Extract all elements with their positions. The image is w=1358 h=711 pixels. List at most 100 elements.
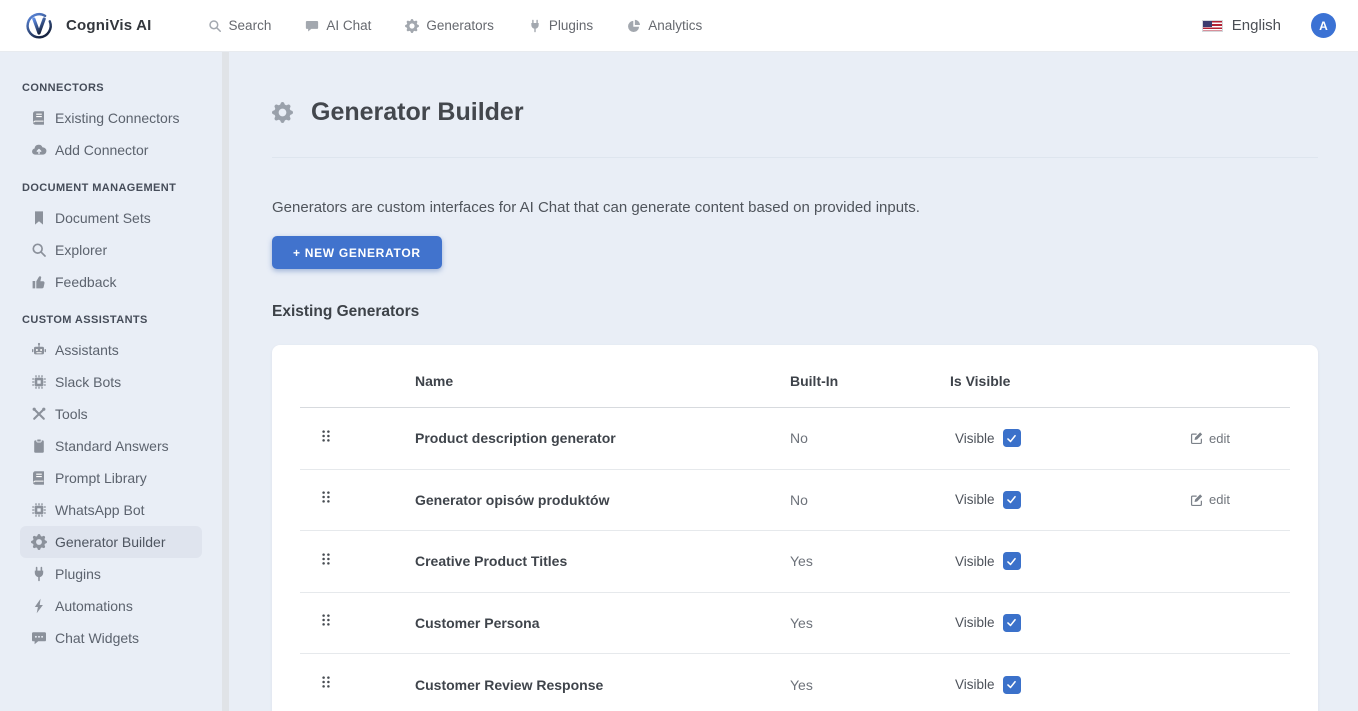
sidebar-item-label: Prompt Library [55, 470, 147, 486]
visible-checkbox[interactable] [1003, 552, 1021, 570]
topnav-item-label: Search [229, 18, 272, 33]
sidebar-scrollbar[interactable] [222, 52, 229, 711]
drag-handle-icon[interactable] [318, 674, 334, 690]
sidebar-item-standard-answers[interactable]: Standard Answers [20, 430, 202, 462]
existing-generators-heading: Existing Generators [272, 303, 1318, 321]
sidebar-item-feedback[interactable]: Feedback [20, 266, 202, 298]
visible-label: Visible [955, 677, 995, 692]
sidebar-item-plugins[interactable]: Plugins [20, 558, 202, 590]
topnav-item-plugins[interactable]: Plugins [526, 12, 595, 39]
visible-checkbox[interactable] [1003, 676, 1021, 694]
plug-icon [528, 19, 542, 33]
chat-dots-icon [31, 630, 47, 646]
topnav-item-label: Plugins [549, 18, 593, 33]
column-header-built-in: Built-In [790, 373, 950, 389]
topnav-item-ai-chat[interactable]: AI Chat [303, 12, 373, 39]
built-in-value: No [790, 430, 950, 446]
robot-icon [31, 342, 47, 358]
main-content: Generator Builder Generators are custom … [229, 52, 1358, 711]
generator-name: Product description generator [415, 430, 790, 446]
drag-handle-icon[interactable] [318, 489, 334, 505]
sidebar-item-prompt-library[interactable]: Prompt Library [20, 462, 202, 494]
book-icon [31, 470, 47, 486]
topnav-item-search[interactable]: Search [206, 12, 274, 39]
visible-checkbox[interactable] [1003, 614, 1021, 632]
table-row: Customer Review Response Yes Visible [300, 654, 1290, 711]
topnav-item-generators[interactable]: Generators [403, 12, 496, 39]
sidebar-section: DOCUMENT MANAGEMENT Document Sets Explor… [20, 182, 202, 298]
sidebar-section: CONNECTORS Existing Connectors Add Conne… [20, 82, 202, 166]
sidebar-item-chat-widgets[interactable]: Chat Widgets [20, 622, 202, 654]
gear-icon [31, 534, 47, 550]
sidebar-item-generator-builder[interactable]: Generator Builder [20, 526, 202, 558]
sidebar-item-tools[interactable]: Tools [20, 398, 202, 430]
topnav-item-analytics[interactable]: Analytics [625, 12, 704, 39]
clipboard-icon [31, 438, 47, 454]
visible-checkbox[interactable] [1003, 491, 1021, 509]
page-title: Generator Builder [311, 98, 524, 127]
sidebar-item-label: Add Connector [55, 142, 148, 158]
visible-label: Visible [955, 492, 995, 507]
language-selector[interactable]: English [1202, 17, 1281, 34]
sidebar-section: CUSTOM ASSISTANTS Assistants Slack Bots … [20, 314, 202, 654]
sidebar-item-slack-bots[interactable]: Slack Bots [20, 366, 202, 398]
sidebar-item-existing-connectors[interactable]: Existing Connectors [20, 102, 202, 134]
sidebar-item-label: Explorer [55, 242, 107, 258]
brand-name: CogniVis AI [66, 17, 152, 34]
topnav-item-label: Analytics [648, 18, 702, 33]
sidebar-item-add-connector[interactable]: Add Connector [20, 134, 202, 166]
search-icon [208, 19, 222, 33]
sidebar-item-assistants[interactable]: Assistants [20, 334, 202, 366]
sidebar-item-explorer[interactable]: Explorer [20, 234, 202, 266]
check-icon [1005, 555, 1018, 568]
check-icon [1005, 678, 1018, 691]
sidebar-item-label: Feedback [55, 274, 116, 290]
generator-name: Customer Review Response [415, 677, 790, 693]
book-icon [31, 110, 47, 126]
sidebar-item-label: Tools [55, 406, 88, 422]
sidebar-item-label: Document Sets [55, 210, 151, 226]
generators-table: Name Built-In Is Visible Product descrip… [300, 355, 1290, 711]
edit-icon [1190, 493, 1204, 507]
edit-link[interactable]: edit [1209, 492, 1230, 507]
generator-name: Customer Persona [415, 615, 790, 631]
new-generator-button[interactable]: + NEW GENERATOR [272, 236, 442, 269]
top-navigation-bar: CogniVis AI Search AI Chat Generators Pl… [0, 0, 1358, 52]
sidebar: CONNECTORS Existing Connectors Add Conne… [0, 52, 229, 711]
built-in-value: Yes [790, 677, 950, 693]
visible-label: Visible [955, 554, 995, 569]
drag-handle-icon[interactable] [318, 551, 334, 567]
drag-handle-icon[interactable] [318, 612, 334, 628]
topbar-right: English A [1202, 13, 1342, 38]
drag-handle-icon[interactable] [318, 428, 334, 444]
table-row: Generator opisów produktów No Visible ed… [300, 470, 1290, 532]
gear-icon [272, 102, 293, 123]
sidebar-item-whatsapp-bot[interactable]: WhatsApp Bot [20, 494, 202, 526]
edit-link[interactable]: edit [1209, 431, 1230, 446]
column-header-name: Name [415, 373, 790, 389]
sidebar-section-title: CUSTOM ASSISTANTS [22, 314, 202, 326]
user-avatar[interactable]: A [1311, 13, 1336, 38]
table-row: Creative Product Titles Yes Visible [300, 531, 1290, 593]
topnav-item-label: Generators [426, 18, 494, 33]
table-row: Customer Persona Yes Visible [300, 593, 1290, 655]
sidebar-item-label: Slack Bots [55, 374, 121, 390]
generator-name: Creative Product Titles [415, 553, 790, 569]
sidebar-item-automations[interactable]: Automations [20, 590, 202, 622]
sidebar-item-label: Generator Builder [55, 534, 166, 550]
built-in-value: No [790, 492, 950, 508]
chip-icon [31, 502, 47, 518]
bookmark-icon [31, 210, 47, 226]
visible-label: Visible [955, 615, 995, 630]
search-icon [31, 242, 47, 258]
visible-checkbox[interactable] [1003, 429, 1021, 447]
sidebar-item-document-sets[interactable]: Document Sets [20, 202, 202, 234]
column-header-is-visible: Is Visible [950, 373, 1190, 389]
us-flag-icon [1202, 20, 1223, 32]
check-icon [1005, 493, 1018, 506]
sidebar-item-label: Assistants [55, 342, 119, 358]
visible-label: Visible [955, 431, 995, 446]
pie-icon [627, 19, 641, 33]
check-icon [1005, 432, 1018, 445]
brand[interactable]: CogniVis AI [24, 11, 152, 41]
